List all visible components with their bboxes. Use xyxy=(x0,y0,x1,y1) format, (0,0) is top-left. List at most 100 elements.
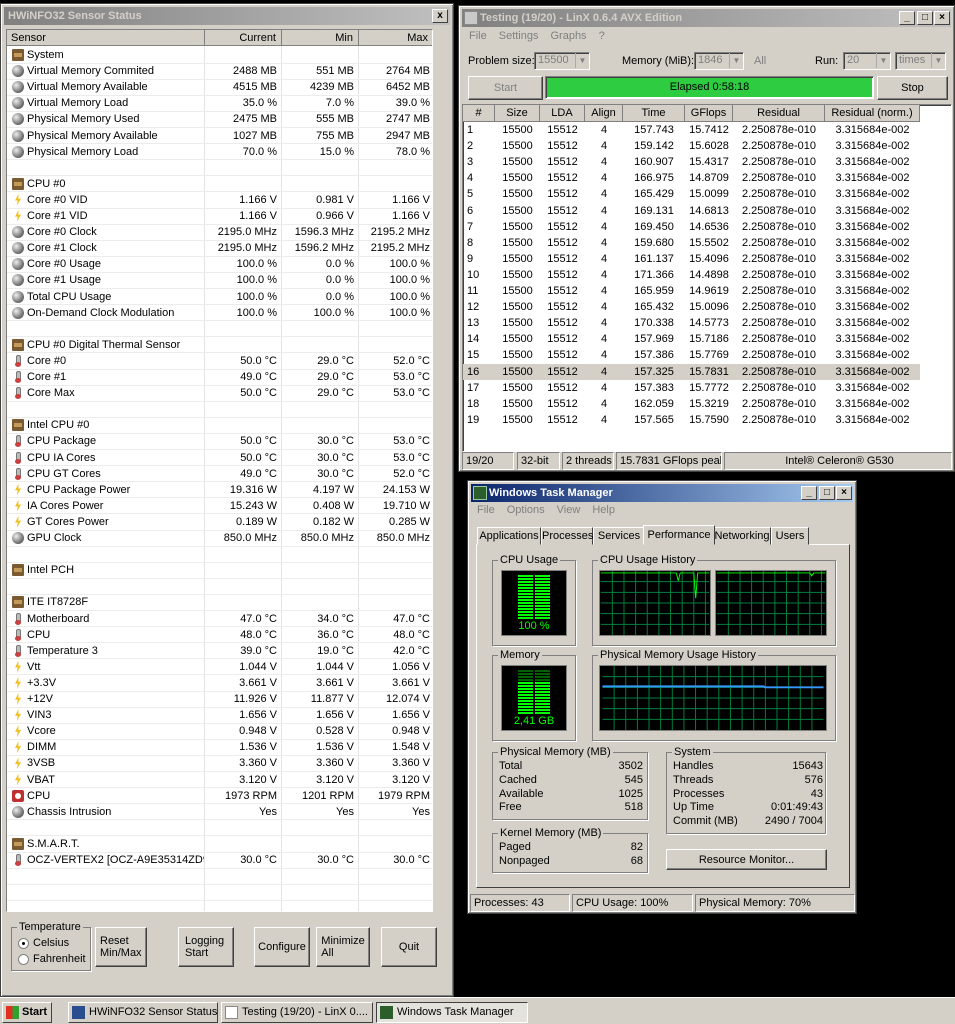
column-header-index[interactable]: # xyxy=(463,105,495,122)
sensor-row[interactable]: 3VSB 3.360 V 3.360 V 3.360 V xyxy=(7,755,432,771)
sensor-row[interactable]: Core #1 Clock 2195.0 MHz 1596.2 MHz 2195… xyxy=(7,240,432,256)
sensor-group-row[interactable]: Intel PCH xyxy=(7,562,432,578)
table-row[interactable]: 15 15500 15512 4 157.386 15.7769 2.250878e-010… xyxy=(463,347,920,363)
taskbar-item-linx[interactable]: Testing (19/20) - LinX 0.... xyxy=(221,1002,373,1023)
close-icon[interactable]: × xyxy=(934,11,950,25)
results-table[interactable]: # Size LDA Align Time GFlops Residual Residual … xyxy=(462,104,952,452)
chevron-down-icon[interactable]: ▼ xyxy=(575,53,589,68)
fahrenheit-radio[interactable]: Fahrenheit xyxy=(18,953,86,965)
tab-applications[interactable]: Applications xyxy=(477,527,541,545)
menu-graphs[interactable]: Graphs xyxy=(550,30,586,42)
sensor-row[interactable]: Vcore 0.948 V 0.528 V 0.948 V xyxy=(7,723,432,739)
chevron-down-icon[interactable]: ▼ xyxy=(931,53,945,68)
table-row[interactable]: 16 15500 15512 4 157.325 15.7831 2.250878e-010… xyxy=(463,363,920,380)
configure-button[interactable]: Configure xyxy=(254,927,310,967)
stop-button[interactable]: Stop xyxy=(877,76,948,100)
resource-monitor-button[interactable]: Resource Monitor... xyxy=(666,849,827,870)
close-icon[interactable]: × xyxy=(836,486,852,500)
sensor-row[interactable]: Virtual Memory Commited 2488 MB 551 MB 2… xyxy=(7,63,432,79)
column-header-sensor[interactable]: Sensor xyxy=(7,30,205,46)
sensor-row[interactable]: Physical Memory Load 70.0 % 15.0 % 78.0 … xyxy=(7,144,432,160)
sensor-row[interactable]: IA Cores Power 15.243 W 0.408 W 19.710 W xyxy=(7,498,432,514)
sensor-row[interactable]: CPU Package Power 19.316 W 4.197 W 24.15… xyxy=(7,482,432,498)
sensor-row[interactable]: Core #0 Clock 2195.0 MHz 1596.3 MHz 2195… xyxy=(7,224,432,240)
menu-options[interactable]: Options xyxy=(507,504,545,516)
sensor-row[interactable]: Temperature 3 39.0 °C 19.0 °C 42.0 °C xyxy=(7,643,432,659)
sensor-row[interactable]: Virtual Memory Load 35.0 % 7.0 % 39.0 % xyxy=(7,95,432,111)
quit-button[interactable]: Quit xyxy=(381,927,437,967)
menu-help[interactable]: Help xyxy=(592,504,615,516)
sensor-row[interactable]: +12V 11.926 V 11.877 V 12.074 V xyxy=(7,691,432,707)
logging-start-button[interactable]: Logging Start xyxy=(178,927,234,967)
table-row[interactable]: 17 15500 15512 4 157.383 15.7772 2.250878e-010… xyxy=(463,380,920,396)
column-header-align[interactable]: Align xyxy=(585,105,623,122)
run-unit-select[interactable]: times ▼ xyxy=(895,52,946,70)
table-row[interactable]: 19 15500 15512 4 157.565 15.7590 2.250878e-010… xyxy=(463,412,920,428)
all-checkbox-label[interactable]: All xyxy=(754,55,766,67)
start-button[interactable]: Start xyxy=(468,76,543,100)
sensor-row[interactable]: Core #1 49.0 °C 29.0 °C 53.0 °C xyxy=(7,369,432,385)
column-header-current[interactable]: Current xyxy=(205,30,282,46)
sensor-row[interactable]: Motherboard 47.0 °C 34.0 °C 47.0 °C xyxy=(7,611,432,627)
celsius-radio[interactable]: Celsius xyxy=(18,937,69,949)
table-row[interactable]: 14 15500 15512 4 157.969 15.7186 2.250878e-010… xyxy=(463,331,920,347)
sensor-group-row[interactable]: Intel CPU #0 xyxy=(7,417,432,433)
table-row[interactable]: 11 15500 15512 4 165.959 14.9619 2.250878e-010… xyxy=(463,283,920,299)
table-row[interactable]: 5 15500 15512 4 165.429 15.0099 2.250878e-010 3… xyxy=(463,186,920,202)
table-row[interactable]: 6 15500 15512 4 169.131 14.6813 2.250878e-010 3… xyxy=(463,203,920,219)
sensor-row[interactable]: Core #0 50.0 °C 29.0 °C 52.0 °C xyxy=(7,353,432,369)
sensor-row[interactable]: Physical Memory Used 2475 MB 555 MB 2747… xyxy=(7,111,432,127)
table-row[interactable]: 7 15500 15512 4 169.450 14.6536 2.250878e-010 3… xyxy=(463,219,920,235)
sensor-row[interactable]: +3.3V 3.661 V 3.661 V 3.661 V xyxy=(7,675,432,691)
table-row[interactable]: 2 15500 15512 4 159.142 15.6028 2.250878e-010 3… xyxy=(463,138,920,154)
menu-view[interactable]: View xyxy=(557,504,581,516)
table-row[interactable]: 1 15500 15512 4 157.743 15.7412 2.250878e-010 3… xyxy=(463,122,920,138)
taskbar-item-hwinfo[interactable]: HWiNFO32 Sensor Status xyxy=(68,1002,218,1023)
table-row[interactable]: 4 15500 15512 4 166.975 14.8709 2.250878e-010 3… xyxy=(463,170,920,186)
sensor-row[interactable]: Virtual Memory Available 4515 MB 4239 MB… xyxy=(7,79,432,95)
memory-select[interactable]: 1846 ▼ xyxy=(694,52,744,70)
menu-help[interactable]: ? xyxy=(599,30,605,42)
tab-networking[interactable]: Networking xyxy=(713,527,771,545)
table-row[interactable]: 13 15500 15512 4 170.338 14.5773 2.250878e-010… xyxy=(463,315,920,331)
maximize-icon[interactable]: □ xyxy=(819,486,835,500)
tab-performance[interactable]: Performance xyxy=(643,525,715,545)
taskbar-item-task-manager[interactable]: Windows Task Manager xyxy=(376,1002,528,1023)
sensor-row[interactable]: Core #1 Usage 100.0 % 0.0 % 100.0 % xyxy=(7,272,432,288)
chevron-down-icon[interactable]: ▼ xyxy=(729,53,743,68)
chevron-down-icon[interactable]: ▼ xyxy=(876,53,890,68)
sensor-group-row[interactable]: CPU #0 Digital Thermal Sensor xyxy=(7,337,432,353)
column-header-size[interactable]: Size xyxy=(495,105,540,122)
tab-users[interactable]: Users xyxy=(771,527,809,545)
sensor-row[interactable]: Physical Memory Available 1027 MB 755 MB… xyxy=(7,128,432,144)
sensor-row[interactable]: CPU IA Cores 50.0 °C 30.0 °C 53.0 °C xyxy=(7,450,432,466)
menu-file[interactable]: File xyxy=(477,504,495,516)
column-header-min[interactable]: Min xyxy=(282,30,359,46)
tab-processes[interactable]: Processes xyxy=(541,527,593,545)
maximize-icon[interactable]: □ xyxy=(917,11,933,25)
sensor-row[interactable]: DIMM 1.536 V 1.536 V 1.548 V xyxy=(7,739,432,755)
column-header-time[interactable]: Time xyxy=(623,105,685,122)
table-row[interactable]: 12 15500 15512 4 165.432 15.0096 2.250878e-010… xyxy=(463,299,920,315)
sensor-row[interactable]: Core Max 50.0 °C 29.0 °C 53.0 °C xyxy=(7,385,432,401)
linx-titlebar[interactable]: Testing (19/20) - LinX 0.6.4 AVX Edition… xyxy=(462,9,951,27)
table-row[interactable]: 8 15500 15512 4 159.680 15.5502 2.250878e-010 3… xyxy=(463,235,920,251)
task-manager-titlebar[interactable]: Windows Task Manager _ □ × xyxy=(471,484,853,502)
sensor-group-row[interactable]: S.M.A.R.T. xyxy=(7,836,432,852)
column-header-gflops[interactable]: GFlops xyxy=(685,105,733,122)
table-row[interactable]: 3 15500 15512 4 160.907 15.4317 2.250878e-010 3… xyxy=(463,154,920,170)
sensor-row[interactable]: Core #0 VID 1.166 V 0.981 V 1.166 V xyxy=(7,192,432,208)
start-button[interactable]: Start xyxy=(2,1002,52,1023)
sensor-group-row[interactable]: ITE IT8728F xyxy=(7,594,432,610)
sensor-row[interactable]: CPU 48.0 °C 36.0 °C 48.0 °C xyxy=(7,627,432,643)
column-header-max[interactable]: Max xyxy=(359,30,432,46)
sensor-row[interactable]: CPU GT Cores 49.0 °C 30.0 °C 52.0 °C xyxy=(7,466,432,482)
sensor-row[interactable]: Chassis Intrusion Yes Yes Yes xyxy=(7,804,432,820)
problem-size-select[interactable]: 15500 ▼ xyxy=(534,52,590,70)
menu-settings[interactable]: Settings xyxy=(499,30,539,42)
sensor-row[interactable]: Core #1 VID 1.166 V 0.966 V 1.166 V xyxy=(7,208,432,224)
reset-min-max-button[interactable]: Reset Min/Max xyxy=(95,927,147,967)
sensor-row[interactable]: CPU 1973 RPM 1201 RPM 1979 RPM xyxy=(7,788,432,804)
hwinfo-titlebar[interactable]: HWiNFO32 Sensor Status x xyxy=(4,7,450,25)
column-header-residual-norm[interactable]: Residual (norm.) xyxy=(825,105,920,122)
